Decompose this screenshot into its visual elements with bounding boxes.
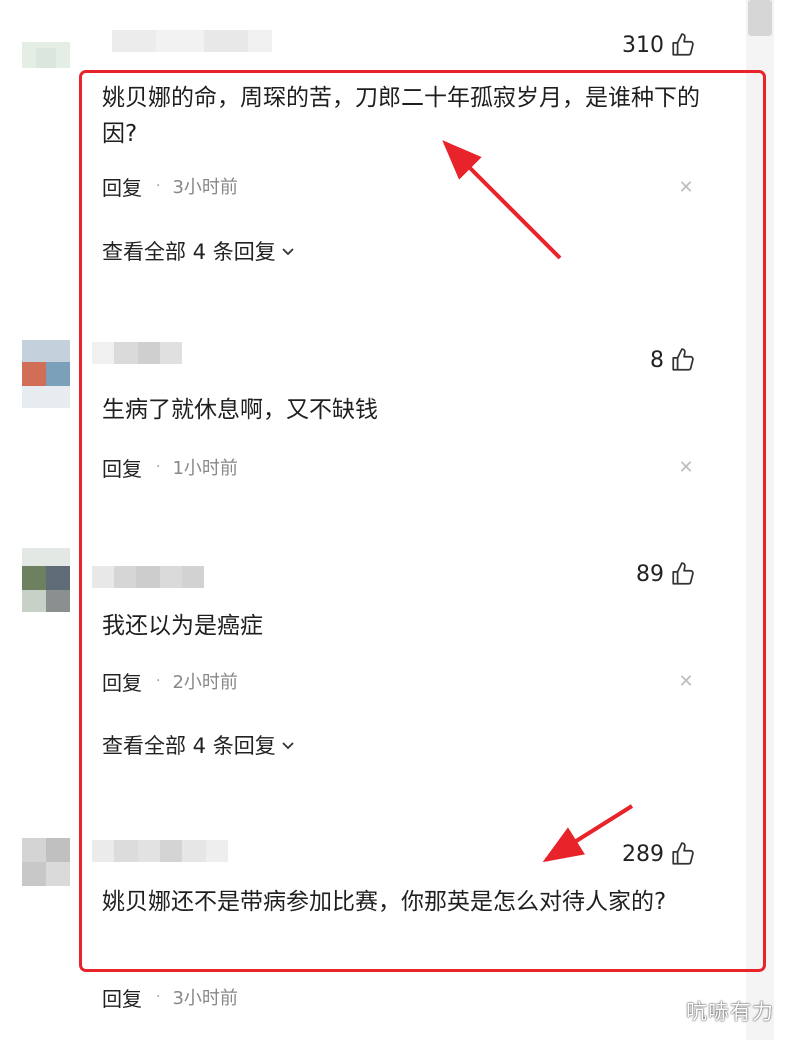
comment-text: 我还以为是癌症 — [102, 613, 263, 639]
avatar[interactable] — [22, 20, 70, 68]
close-icon[interactable]: ✕ — [676, 178, 696, 198]
like-count: 310 — [622, 32, 664, 58]
timestamp: 2小时前 — [172, 672, 238, 693]
reply-button[interactable]: 回复 — [102, 667, 142, 696]
separator-dot: · — [156, 459, 161, 475]
view-all-replies-label: 查看全部 4 条回复 — [102, 240, 276, 264]
thumbs-up-icon — [672, 348, 694, 371]
timestamp: 3小时前 — [172, 988, 238, 1009]
avatar[interactable] — [22, 548, 70, 612]
view-all-replies-button[interactable]: 查看全部 4 条回复 — [102, 730, 296, 760]
highlight-box — [79, 70, 766, 972]
avatar[interactable] — [22, 838, 70, 886]
comment-meta: 回复 · 3小时前 — [102, 172, 238, 200]
thumbs-up-icon — [672, 33, 694, 56]
separator-dot: · — [156, 989, 161, 1005]
view-all-replies-button[interactable]: 查看全部 4 条回复 — [102, 236, 296, 266]
like-count: 289 — [622, 841, 664, 867]
timestamp: 3小时前 — [172, 177, 238, 198]
username-blurred[interactable] — [112, 30, 272, 52]
reply-button[interactable]: 回复 — [102, 172, 142, 201]
comment-text: 姚贝娜还不是带病参加比赛，你那英是怎么对待人家的? — [102, 889, 667, 915]
scrollbar[interactable] — [746, 0, 774, 1040]
arrow-bottom — [542, 804, 634, 863]
separator-dot: · — [156, 178, 161, 194]
avatar[interactable] — [22, 340, 70, 408]
close-icon[interactable]: ✕ — [676, 672, 696, 692]
like-count: 8 — [650, 347, 664, 373]
chevron-down-icon — [282, 248, 294, 256]
comment-meta: 回复 · 2小时前 — [102, 667, 238, 695]
comment-meta: 回复 · 3小时前 — [102, 983, 238, 1011]
like-button[interactable]: 310 — [622, 30, 696, 60]
separator-dot: · — [156, 673, 161, 689]
like-button[interactable]: 89 — [636, 559, 696, 589]
reply-button[interactable]: 回复 — [102, 453, 142, 482]
comment-text: 生病了就休息啊，又不缺钱 — [102, 397, 378, 423]
watermark: 吭哧有力 — [686, 1000, 774, 1024]
reply-button[interactable]: 回复 — [102, 983, 142, 1012]
thumbs-up-icon — [672, 562, 694, 585]
like-count: 89 — [636, 561, 664, 587]
username-blurred[interactable] — [92, 840, 228, 862]
like-button[interactable]: 8 — [650, 345, 696, 375]
close-icon[interactable]: ✕ — [676, 458, 696, 478]
comment-meta: 回复 · 1小时前 — [102, 453, 238, 481]
like-button[interactable]: 289 — [622, 839, 696, 869]
arrow-top — [442, 140, 562, 260]
thumbs-up-icon — [672, 842, 694, 865]
view-all-replies-label: 查看全部 4 条回复 — [102, 734, 276, 758]
timestamp: 1小时前 — [172, 458, 238, 479]
username-blurred[interactable] — [92, 566, 204, 588]
chevron-down-icon — [282, 742, 294, 750]
comment-text: 姚贝娜的命，周琛的苦，刀郎二十年孤寂岁月，是谁种下的因? — [102, 85, 700, 147]
username-blurred[interactable] — [92, 342, 182, 364]
scroll-thumb[interactable] — [748, 0, 772, 36]
